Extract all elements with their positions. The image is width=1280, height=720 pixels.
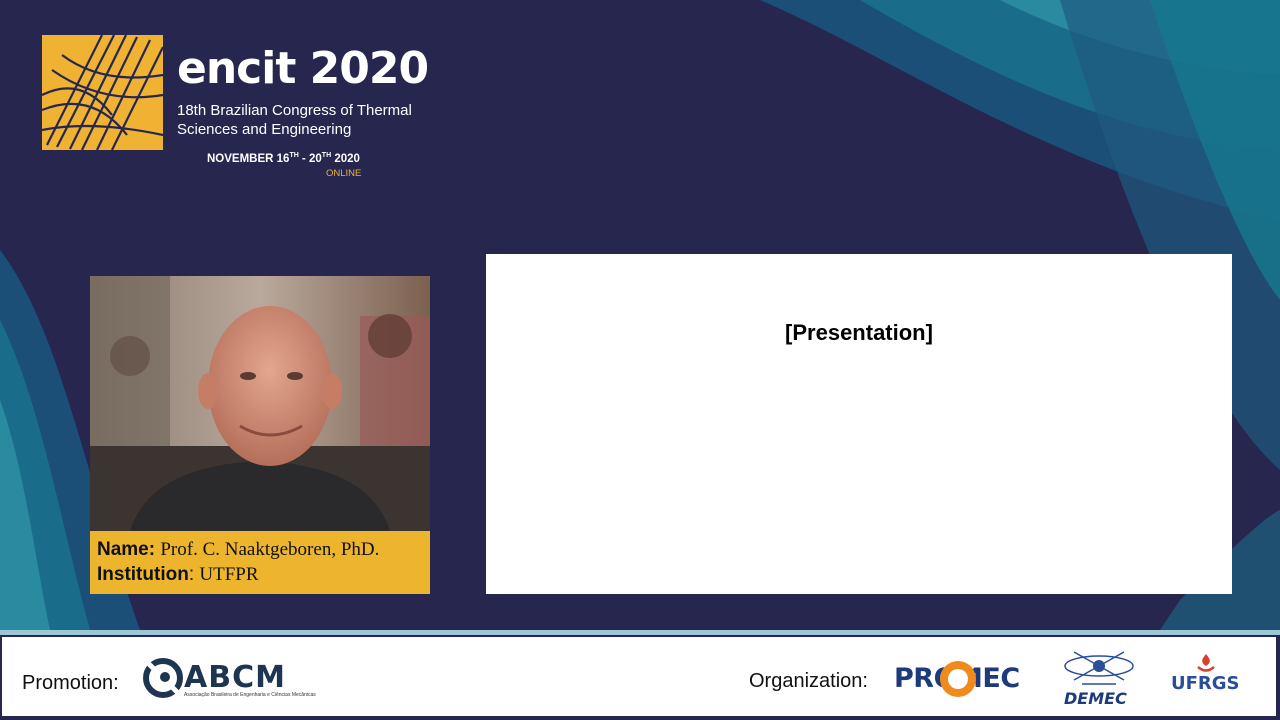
- organization-label: Organization:: [749, 670, 868, 692]
- abcm-logo-icon: [143, 658, 183, 698]
- presentation-area: [Presentation]: [486, 254, 1232, 594]
- promotion-label: Promotion:: [22, 672, 119, 694]
- promec-sun-icon: [940, 661, 976, 697]
- encit-logo-icon: [42, 35, 163, 150]
- ufrgs-logo: UFRGS: [1171, 673, 1240, 694]
- conference-subtitle: 18th Brazilian Congress of Thermal Scien…: [177, 102, 412, 138]
- presentation-placeholder: [Presentation]: [785, 320, 933, 345]
- conference-mode: ONLINE: [326, 168, 362, 179]
- speaker-name-row: Name: Prof. C. Naaktgeboren, PhD.: [97, 539, 379, 561]
- speaker-institution-row: Institution: UTFPR: [97, 564, 259, 585]
- speaker-institution: UTFPR: [199, 564, 259, 585]
- sponsor-footer: Promotion: ABCM Associação Brasileira de…: [1, 636, 1277, 717]
- conference-title: encit 2020: [177, 43, 429, 94]
- conference-dates: NOVEMBER 16TH - 20TH 2020: [207, 152, 360, 165]
- institution-label: Institution: [97, 564, 189, 585]
- abcm-tagline: Associação Brasileira de Engenharia e Ci…: [184, 692, 316, 698]
- speaker-nameplate: Name: Prof. C. Naaktgeboren, PhD. Instit…: [90, 531, 430, 594]
- name-label: Name:: [97, 539, 156, 560]
- footer-divider: [0, 630, 1280, 635]
- abcm-logo: ABCM: [184, 660, 286, 695]
- speaker-photo: [90, 276, 430, 531]
- demec-logo: DEMEC: [1064, 689, 1127, 708]
- demec-emblem-icon: [1064, 651, 1134, 685]
- speaker-name: Prof. C. Naaktgeboren, PhD.: [160, 539, 380, 560]
